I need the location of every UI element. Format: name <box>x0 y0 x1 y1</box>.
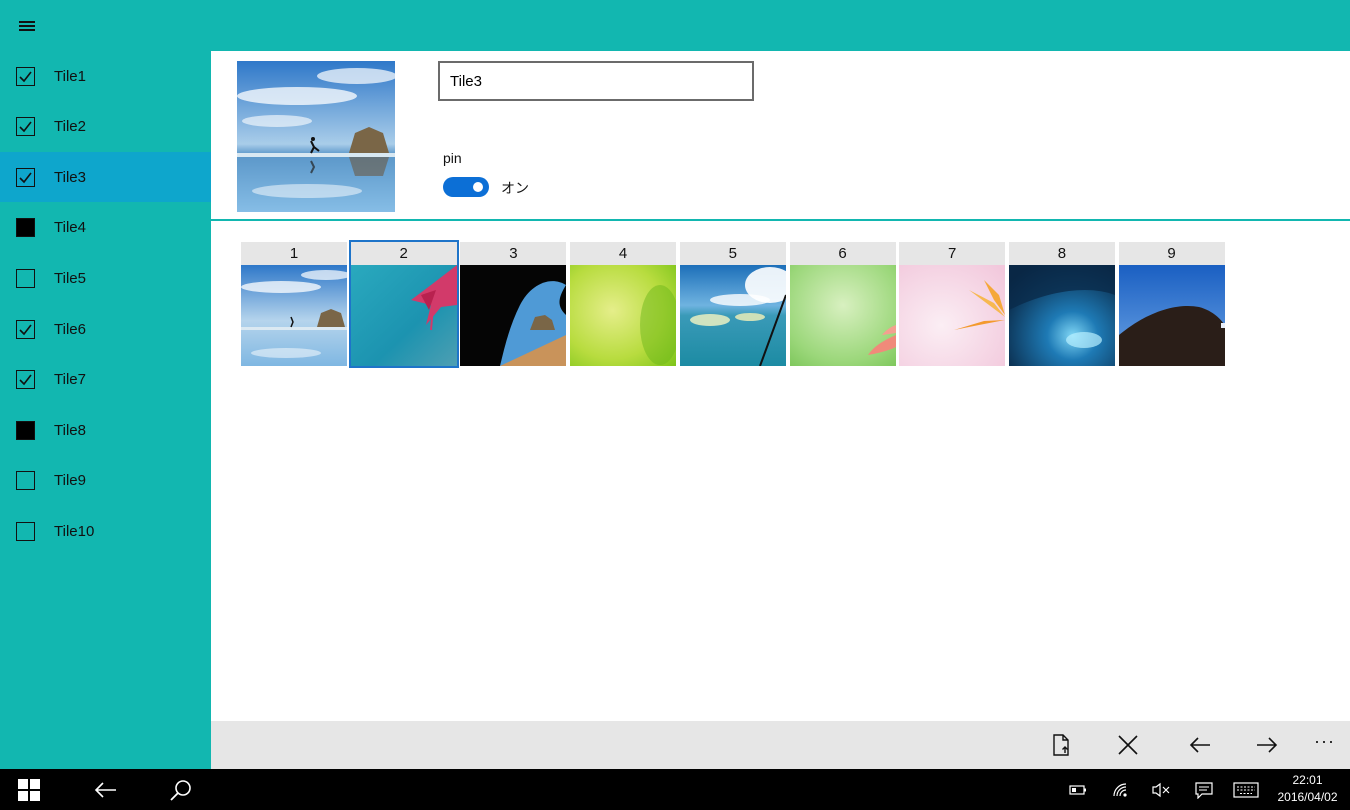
sidebar-item-label: Tile9 <box>54 472 86 490</box>
sidebar-item-tile8[interactable]: Tile8 <box>0 405 211 455</box>
volume-muted-icon[interactable] <box>1150 779 1172 801</box>
tile-checkbox[interactable] <box>16 370 35 390</box>
tile-number-label: 8 <box>1008 242 1115 265</box>
main-content: pin オン 123456789 <box>211 51 1350 721</box>
pin-toggle-state: オン <box>501 180 529 196</box>
tile-thumbnail <box>679 265 786 366</box>
tile-thumbnail <box>570 265 677 366</box>
tile-checkbox[interactable] <box>16 471 35 491</box>
tile-checkbox[interactable] <box>16 117 35 137</box>
pin-label: pin <box>443 150 462 166</box>
tile-number-label: 1 <box>241 242 347 265</box>
sidebar-item-tile4[interactable]: Tile4 <box>0 203 211 253</box>
tile-thumbnail <box>1008 265 1115 366</box>
divider <box>211 219 1350 221</box>
clock-time: 22:01 <box>1292 773 1323 787</box>
battery-icon[interactable] <box>1068 779 1088 801</box>
more-button[interactable]: ··· <box>1314 731 1335 752</box>
tile-thumbnail <box>1118 265 1225 366</box>
tile-checkbox[interactable] <box>16 420 35 440</box>
sidebar-item-label: Tile4 <box>54 219 86 237</box>
tile-image-1[interactable]: 1 <box>241 242 347 366</box>
action-center-icon[interactable] <box>1193 779 1215 801</box>
sidebar-item-tile6[interactable]: Tile6 <box>0 304 211 354</box>
tile-image-7[interactable]: 7 <box>899 242 1006 366</box>
tile-thumbnail <box>350 265 457 366</box>
tile-number-label: 7 <box>899 242 1006 265</box>
tile-thumbnail <box>789 265 896 366</box>
tile-number-label: 5 <box>679 242 786 265</box>
command-bar: ··· <box>211 721 1350 769</box>
sidebar-item-tile2[interactable]: Tile2 <box>0 102 211 152</box>
tile-image-8[interactable]: 8 <box>1008 242 1115 366</box>
sidebar: Tile1 Tile2 Tile3 Tile4 Tile5 Tile6 Tile7 Tile8… <box>0 51 211 769</box>
tile-checkbox[interactable] <box>16 319 35 339</box>
tile-checkbox[interactable] <box>16 521 35 541</box>
keyboard-icon[interactable] <box>1232 779 1260 801</box>
sidebar-item-label: Tile1 <box>54 67 86 85</box>
tile-number-label: 4 <box>570 242 677 265</box>
title-bar <box>0 0 1350 51</box>
tile-image-6[interactable]: 6 <box>789 242 896 366</box>
sidebar-item-tile3[interactable]: Tile3 <box>0 152 211 203</box>
tile-name-input[interactable] <box>438 61 754 101</box>
tile-thumbnail <box>241 265 347 366</box>
tile-number-label: 3 <box>460 242 567 265</box>
sidebar-item-tile5[interactable]: Tile5 <box>0 253 211 303</box>
sidebar-item-tile10[interactable]: Tile10 <box>0 506 211 556</box>
close-icon[interactable] <box>1110 729 1146 761</box>
back-arrow-icon[interactable] <box>90 775 120 805</box>
tile-number-label: 9 <box>1118 242 1225 265</box>
wifi-icon[interactable] <box>1110 779 1132 801</box>
tile-thumbnail <box>899 265 1006 366</box>
windows-start-icon[interactable] <box>14 775 44 805</box>
tile-thumbnail <box>460 265 567 366</box>
sidebar-item-tile1[interactable]: Tile1 <box>0 51 211 101</box>
sidebar-item-label: Tile8 <box>54 421 86 439</box>
sidebar-item-label: Tile10 <box>54 522 95 540</box>
tile-image-2[interactable]: 2 <box>348 240 459 368</box>
sidebar-item-label: Tile3 <box>54 168 86 186</box>
toggle-knob <box>473 182 483 192</box>
forward-arrow-icon[interactable] <box>1249 729 1285 761</box>
tile-image-4[interactable]: 4 <box>570 242 677 366</box>
tile-number-label: 6 <box>789 242 896 265</box>
clock[interactable]: 22:01 2016/04/02 <box>1270 772 1345 806</box>
pin-toggle[interactable] <box>443 177 489 197</box>
tile-image-9[interactable]: 9 <box>1118 242 1225 366</box>
search-icon[interactable] <box>166 775 196 805</box>
back-arrow-icon[interactable] <box>1182 729 1218 761</box>
tile-image-5[interactable]: 5 <box>679 242 786 366</box>
sidebar-item-label: Tile6 <box>54 320 86 338</box>
tile-number-label: 2 <box>350 242 457 265</box>
sidebar-item-label: Tile2 <box>54 118 86 136</box>
sidebar-item-tile9[interactable]: Tile9 <box>0 456 211 506</box>
hamburger-icon[interactable] <box>14 15 40 37</box>
sidebar-item-label: Tile5 <box>54 269 86 287</box>
sidebar-item-tile7[interactable]: Tile7 <box>0 355 211 405</box>
sidebar-item-label: Tile7 <box>54 371 86 389</box>
clock-date: 2016/04/02 <box>1277 790 1338 804</box>
tile-image-3[interactable]: 3 <box>460 242 567 366</box>
tile-preview-image <box>237 61 395 212</box>
tile-checkbox[interactable] <box>16 218 35 238</box>
tile-checkbox[interactable] <box>16 167 35 187</box>
save-file-icon[interactable] <box>1043 729 1079 761</box>
taskbar: 22:01 2016/04/02 <box>0 769 1350 810</box>
tile-checkbox[interactable] <box>16 66 35 86</box>
tile-checkbox[interactable] <box>16 268 35 288</box>
